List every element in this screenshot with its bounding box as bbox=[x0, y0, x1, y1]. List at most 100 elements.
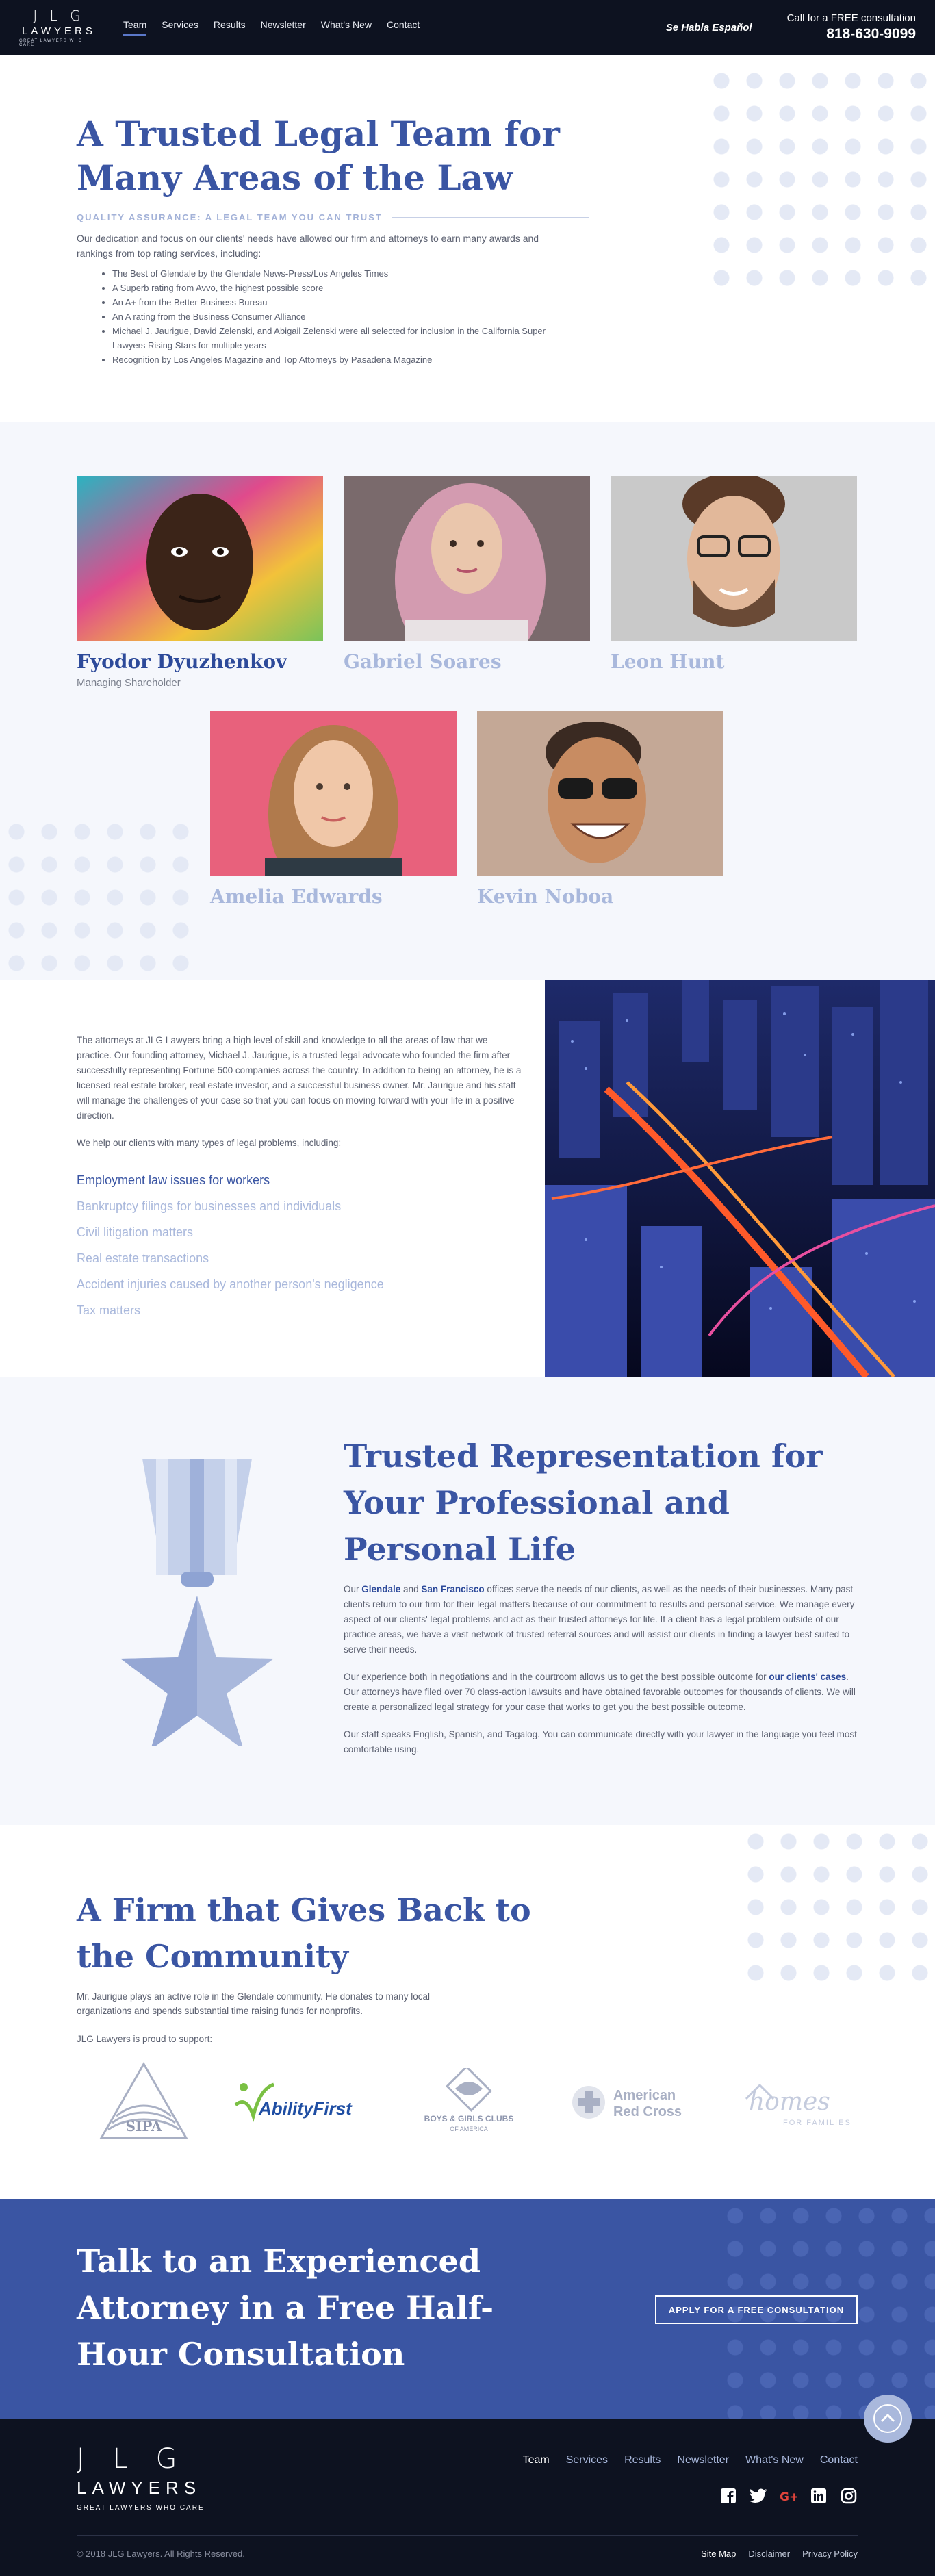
scroll-to-top-button[interactable] bbox=[864, 2395, 912, 2443]
award-item: Recognition by Los Angeles Magazine and … bbox=[112, 353, 578, 367]
dot-pattern bbox=[705, 64, 935, 294]
p2-text-a: Our experience both in negotiations and … bbox=[344, 1672, 769, 1682]
nav-contact[interactable]: Contact bbox=[387, 19, 420, 36]
member-photo[interactable] bbox=[77, 476, 323, 641]
member-name[interactable]: Leon Hunt bbox=[611, 650, 857, 673]
subtitle-text: QUALITY ASSURANCE: A LEGAL TEAM YOU CAN … bbox=[77, 212, 383, 222]
red-cross-line1: American bbox=[613, 2088, 676, 2103]
site-footer: J L G LAWYERS GREAT LAWYERS WHO CARE Tea… bbox=[0, 2395, 935, 2576]
nav-results[interactable]: Results bbox=[214, 19, 246, 36]
team-member-card[interactable]: Leon Hunt bbox=[611, 476, 857, 673]
site-header: J L G LAWYERS GREAT LAWYERS WHO CARE Tea… bbox=[0, 0, 935, 55]
footer-nav-newsletter[interactable]: Newsletter bbox=[677, 2454, 729, 2466]
logo-letters: J L G bbox=[33, 8, 85, 24]
footer-divider bbox=[77, 2535, 858, 2536]
member-photo[interactable] bbox=[477, 711, 723, 876]
practice-section: The attorneys at JLG Lawyers bring a hig… bbox=[0, 980, 935, 1377]
google-plus-icon[interactable]: G+ bbox=[780, 2487, 797, 2505]
nav-newsletter[interactable]: Newsletter bbox=[261, 19, 306, 36]
footer-nav-services[interactable]: Services bbox=[566, 2454, 608, 2466]
member-photo[interactable] bbox=[611, 476, 857, 641]
footer-logo-letters: J L G bbox=[77, 2443, 187, 2475]
practice-area-link[interactable]: Bankruptcy filings for businesses and in… bbox=[77, 1193, 522, 1219]
san-francisco-link[interactable]: San Francisco bbox=[421, 1584, 484, 1594]
nav-team[interactable]: Team bbox=[123, 19, 147, 36]
site-map-link[interactable]: Site Map bbox=[701, 2549, 736, 2559]
boys-girls-clubs-logo[interactable]: BOYS & GIRLS CLUBS OF AMERICA bbox=[411, 2068, 527, 2137]
award-item: The Best of Glendale by the Glendale New… bbox=[112, 266, 578, 281]
footer-nav-results[interactable]: Results bbox=[624, 2454, 661, 2466]
header-cta[interactable]: Call for a FREE consultation 818-630-909… bbox=[769, 12, 916, 42]
representation-paragraph: Our Glendale and San Francisco offices s… bbox=[344, 1582, 864, 1657]
homes-for-families-logo[interactable]: homes FOR FAMILIES bbox=[739, 2071, 856, 2133]
city-night-image bbox=[545, 980, 935, 1377]
practice-area-link[interactable]: Employment law issues for workers bbox=[77, 1167, 522, 1193]
bgc-line1: BOYS & GIRLS CLUBS bbox=[424, 2114, 514, 2124]
team-member-card[interactable]: Fyodor Dyuzhenkov Managing Shareholder bbox=[77, 476, 323, 689]
practice-area-link[interactable]: Real estate transactions bbox=[77, 1245, 522, 1271]
spanish-link[interactable]: Se Habla Español bbox=[666, 22, 769, 34]
legal-links: Site Map Disclaimer Privacy Policy bbox=[701, 2549, 858, 2559]
homes-word: homes bbox=[749, 2088, 830, 2116]
header-right: Se Habla Español Call for a FREE consult… bbox=[666, 8, 916, 47]
cta-text: Call for a FREE consultation bbox=[786, 12, 916, 24]
red-cross-logo[interactable]: American Red Cross bbox=[568, 2075, 698, 2130]
award-item: An A rating from the Business Consumer A… bbox=[112, 309, 578, 324]
member-photo[interactable] bbox=[210, 711, 457, 876]
privacy-policy-link[interactable]: Privacy Policy bbox=[802, 2549, 858, 2559]
footer-logo[interactable]: J L G LAWYERS GREAT LAWYERS WHO CARE bbox=[77, 2443, 214, 2512]
intro-subtitle: QUALITY ASSURANCE: A LEGAL TEAM YOU CAN … bbox=[77, 212, 589, 222]
disclaimer-link[interactable]: Disclaimer bbox=[748, 2549, 790, 2559]
main-nav: Team Services Results Newsletter What's … bbox=[123, 19, 420, 36]
award-item: Michael J. Jaurigue, David Zelenski, and… bbox=[112, 324, 578, 353]
abilityfirst-logo[interactable]: AbilityFirst bbox=[233, 2075, 370, 2130]
member-photo[interactable] bbox=[344, 476, 590, 641]
team-member-card[interactable]: Gabriel Soares bbox=[344, 476, 590, 673]
member-name[interactable]: Kevin Noboa bbox=[477, 885, 723, 908]
linkedin-icon[interactable] bbox=[810, 2487, 828, 2505]
cta-phone[interactable]: 818-630-9099 bbox=[787, 26, 916, 42]
site-logo[interactable]: J L G LAWYERS GREAT LAWYERS WHO CARE bbox=[19, 8, 99, 47]
representation-paragraph: Our experience both in negotiations and … bbox=[344, 1670, 864, 1715]
sipa-logo[interactable]: SIPA bbox=[96, 2061, 192, 2143]
team-member-card[interactable]: Amelia Edwards bbox=[210, 711, 457, 908]
practice-intro: We help our clients with many types of l… bbox=[77, 1138, 342, 1148]
medal-icon bbox=[115, 1459, 279, 1750]
p1-text-b: and bbox=[400, 1584, 422, 1594]
practice-areas-list: Employment law issues for workers Bankru… bbox=[77, 1167, 522, 1323]
instagram-icon[interactable] bbox=[840, 2487, 858, 2505]
member-role: Managing Shareholder bbox=[77, 677, 181, 689]
apply-consultation-button[interactable]: APPLY FOR A FREE CONSULTATION bbox=[655, 2295, 858, 2324]
member-name[interactable]: Fyodor Dyuzhenkov bbox=[77, 650, 323, 673]
practice-area-link[interactable]: Tax matters bbox=[77, 1297, 522, 1323]
intro-section: A Trusted Legal Team for Many Areas of t… bbox=[0, 55, 935, 422]
intro-paragraph: Our dedication and focus on our clients'… bbox=[77, 233, 539, 259]
nav-services[interactable]: Services bbox=[162, 19, 198, 36]
partner-logos: SIPA AbilityFirst BOYS & GIRLS CLUBS OF … bbox=[96, 2058, 856, 2147]
awards-list: The Best of Glendale by the Glendale New… bbox=[77, 266, 589, 367]
subtitle-rule bbox=[392, 217, 589, 218]
facebook-icon[interactable] bbox=[719, 2487, 737, 2505]
team-section: Fyodor Dyuzhenkov Managing Shareholder G… bbox=[0, 422, 935, 980]
member-name[interactable]: Gabriel Soares bbox=[344, 650, 590, 673]
p1-text-c: offices serve the needs of our clients, … bbox=[344, 1584, 855, 1655]
consultation-banner: Talk to an Experienced Attorney in a Fre… bbox=[0, 2199, 935, 2419]
team-member-card[interactable]: Kevin Noboa bbox=[477, 711, 723, 908]
representation-title: Trusted Representation for Your Professi… bbox=[344, 1438, 823, 1568]
logo-word: LAWYERS bbox=[22, 25, 96, 37]
homes-sub: FOR FAMILIES bbox=[783, 2119, 851, 2127]
nav-whats-new[interactable]: What's New bbox=[321, 19, 372, 36]
glendale-link[interactable]: Glendale bbox=[361, 1584, 400, 1594]
footer-nav-whats-new[interactable]: What's New bbox=[745, 2454, 804, 2466]
p1-text-a: Our bbox=[344, 1584, 362, 1594]
footer-logo-word: LAWYERS bbox=[77, 2477, 202, 2498]
footer-nav: Team Services Results Newsletter What's … bbox=[523, 2454, 858, 2466]
footer-nav-contact[interactable]: Contact bbox=[820, 2454, 858, 2466]
practice-area-link[interactable]: Civil litigation matters bbox=[77, 1219, 522, 1245]
member-name[interactable]: Amelia Edwards bbox=[210, 885, 457, 908]
bgc-line2: OF AMERICA bbox=[450, 2126, 488, 2132]
footer-nav-team[interactable]: Team bbox=[523, 2454, 550, 2466]
twitter-icon[interactable] bbox=[750, 2487, 767, 2505]
practice-area-link[interactable]: Accident injuries caused by another pers… bbox=[77, 1271, 522, 1297]
clients-cases-link[interactable]: our clients' cases bbox=[769, 1672, 846, 1682]
